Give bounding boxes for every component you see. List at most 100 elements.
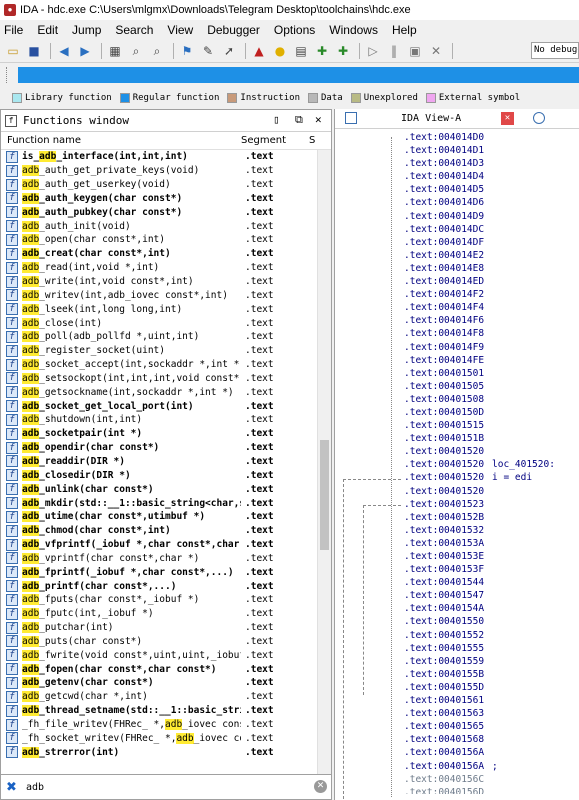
disassembly-line[interactable]: .text:0040151B — [404, 433, 579, 446]
function-row[interactable]: f adb_closedir(DIR *) .text — [1, 468, 317, 482]
filter-input[interactable] — [26, 781, 306, 793]
disassembly-line[interactable]: .text:00401520 — [404, 486, 579, 499]
function-row[interactable]: f adb_unlink(char const*) .text — [1, 482, 317, 496]
menu-search[interactable]: Search — [115, 23, 153, 37]
functions-vertical-scrollbar[interactable] — [317, 150, 331, 774]
flow-chart-icon[interactable]: ▤ — [292, 42, 310, 60]
forward-arrow-icon[interactable]: ▶ — [76, 42, 94, 60]
function-row[interactable]: f adb_vfprintf(_iobuf *,char const*,char … — [1, 538, 317, 552]
open-file-icon[interactable]: ▭ — [4, 42, 22, 60]
pointer-icon[interactable]: ➚ — [220, 42, 238, 60]
disassembly-line[interactable]: .text:00401561 — [404, 695, 579, 708]
function-row[interactable]: f adb_getenv(char const*) .text — [1, 676, 317, 690]
disassembly-line[interactable]: .text:00401520 loc_401520: — [404, 459, 579, 472]
function-row[interactable]: f adb_shutdown(int,int) .text — [1, 413, 317, 427]
function-row[interactable]: f _fh_socket_writev(FHRec_ *,adb_iovec co… — [1, 731, 317, 745]
menu-debugger[interactable]: Debugger — [207, 23, 260, 37]
debugger-select[interactable]: No debugger — [531, 42, 579, 59]
function-row[interactable]: f adb_auth_get_userkey(void) .text — [1, 178, 317, 192]
disassembly-line[interactable]: .text:00401523 — [404, 499, 579, 512]
disassembly-line[interactable]: .text:004014F4 — [404, 302, 579, 315]
stop-process-icon[interactable]: ▣ — [406, 42, 424, 60]
disassembly-line[interactable]: .text:004014D4 — [404, 171, 579, 184]
disassembly-line[interactable]: .text:0040156D — [404, 787, 579, 794]
function-row[interactable]: f adb_lseek(int,long long,int) .text — [1, 302, 317, 316]
disassembly-line[interactable]: .text:0040150D — [404, 407, 579, 420]
disassembly-line[interactable]: .text:0040153E — [404, 551, 579, 564]
disassembly-line[interactable]: .text:0040156A; — [404, 761, 579, 774]
proximity-icon[interactable]: ● — [271, 42, 289, 60]
pause-process-icon[interactable]: ‖ — [385, 42, 403, 60]
disassembly-line[interactable]: .text:0040154A — [404, 603, 579, 616]
function-row[interactable]: f adb_fputc(int,_iobuf *) .text — [1, 607, 317, 621]
function-row[interactable]: f adb_opendir(char const*) .text — [1, 441, 317, 455]
function-row[interactable]: f adb_fputs(char const*,_iobuf *) .text — [1, 593, 317, 607]
function-row[interactable]: f adb_fwrite(void const*,uint,uint,_iobuf… — [1, 648, 317, 662]
tab-ida-view-a[interactable]: IDA View-A ✕ — [371, 109, 514, 128]
function-row[interactable]: f adb_poll(adb_pollfd *,uint,int) .text — [1, 330, 317, 344]
disassembly-line[interactable]: .text:004014E2 — [404, 250, 579, 263]
disassembly-line[interactable]: .text:004014DC — [404, 224, 579, 237]
disassembly-line[interactable]: .text:0040156A — [404, 747, 579, 760]
disassembly-line[interactable]: .text:00401505 — [404, 381, 579, 394]
tab-close-icon[interactable]: ✕ — [501, 111, 514, 125]
disassembly-line[interactable]: .text:00401550 — [404, 616, 579, 629]
disassembly-line[interactable]: .text:004014E8 — [404, 263, 579, 276]
function-row[interactable]: f adb_mkdir(std::__1::basic_string<char,s… — [1, 496, 317, 510]
navigation-band[interactable] — [18, 67, 579, 83]
disassembly-line[interactable]: .text:00401520 — [404, 446, 579, 459]
clear-filter-icon[interactable]: ✕ — [314, 780, 327, 793]
function-row[interactable]: f adb_socket_accept(int,sockaddr *,int *)… — [1, 358, 317, 372]
function-row[interactable]: f adb_utime(char const*,utimbuf *) .text — [1, 510, 317, 524]
disassembly-line[interactable]: .text:0040153A — [404, 538, 579, 551]
function-row[interactable]: f is_adb_interface(int,int,int) .text — [1, 150, 317, 164]
filter-close-icon[interactable]: ✖ — [6, 780, 20, 795]
menu-help[interactable]: Help — [392, 23, 417, 37]
back-arrow-icon[interactable]: ◀ — [55, 42, 73, 60]
disassembly-line[interactable]: .text:004014ED — [404, 276, 579, 289]
function-row[interactable]: f adb_puts(char const*) .text — [1, 635, 317, 649]
graph-view-icon[interactable]: ▲ — [250, 42, 268, 60]
disassembly-line[interactable]: .text:00401544 — [404, 577, 579, 590]
disassembly-line[interactable]: .text:004014F6 — [404, 315, 579, 328]
function-row[interactable]: f adb_putchar(int) .text — [1, 621, 317, 635]
menu-options[interactable]: Options — [274, 23, 315, 37]
function-row[interactable]: f adb_strerror(int) .text — [1, 745, 317, 759]
close-icon[interactable]: ✕ — [315, 113, 322, 126]
disassembly-line[interactable]: .text:00401501 — [404, 368, 579, 381]
function-row[interactable]: f adb_getsockname(int,sockaddr *,int *) .t… — [1, 385, 317, 399]
function-row[interactable]: f adb_writev(int,adb_iovec const*,int) .te… — [1, 288, 317, 302]
function-row[interactable]: f adb_register_socket(uint) .text — [1, 344, 317, 358]
function-row[interactable]: f adb_vprintf(char const*,char *) .text — [1, 551, 317, 565]
function-row[interactable]: f adb_close(int) .text — [1, 316, 317, 330]
pin-icon[interactable]: ▯ — [273, 113, 280, 126]
function-row[interactable]: f adb_printf(char const*,...) .text — [1, 579, 317, 593]
menu-windows[interactable]: Windows — [329, 23, 378, 37]
disassembly-line[interactable]: .text:00401568 — [404, 734, 579, 747]
function-row[interactable]: f adb_auth_keygen(char const*) .text — [1, 192, 317, 206]
menu-jump[interactable]: Jump — [72, 23, 101, 37]
disassembly-line[interactable]: .text:00401559 — [404, 656, 579, 669]
function-row[interactable]: f adb_fopen(char const*,char const*) .text — [1, 662, 317, 676]
function-row[interactable]: f adb_fprintf(_iobuf *,char const*,...) .t… — [1, 565, 317, 579]
disassembly-line[interactable]: .text:004014F8 — [404, 328, 579, 341]
function-row[interactable]: f adb_socketpair(int *) .text — [1, 427, 317, 441]
disassembly-line[interactable]: .text:0040152B — [404, 512, 579, 525]
function-row[interactable]: f adb_socket_get_local_port(int) .text — [1, 399, 317, 413]
disassembly-line[interactable]: .text:0040153F — [404, 564, 579, 577]
bookmark-icon[interactable]: ⚑ — [178, 42, 196, 60]
function-row[interactable]: f adb_auth_init(void) .text — [1, 219, 317, 233]
function-row[interactable]: f adb_getcwd(char *,int) .text — [1, 690, 317, 704]
column-function-name[interactable]: Function name — [1, 135, 241, 146]
disassembly-line[interactable]: .text:00401565 — [404, 721, 579, 734]
float-window-icon[interactable]: ⧉ — [295, 113, 303, 127]
disassembly-listing[interactable]: .text:004014D0 .text:004014D1 .text:004014… — [404, 132, 579, 794]
start-process-icon[interactable]: ▷ — [364, 42, 382, 60]
function-row[interactable]: f adb_readdir(DIR *) .text — [1, 455, 317, 469]
function-row[interactable]: f _fh_file_writev(FHRec_ *,adb_iovec cons… — [1, 718, 317, 732]
disassembly-line[interactable]: .text:004014D0 — [404, 132, 579, 145]
function-row[interactable]: f adb_setsockopt(int,int,int,void const*,… — [1, 372, 317, 386]
save-icon[interactable]: ■ — [25, 42, 43, 60]
graph-overview-icon[interactable] — [345, 112, 357, 124]
text-search-icon[interactable]: ⌕ — [127, 42, 145, 60]
